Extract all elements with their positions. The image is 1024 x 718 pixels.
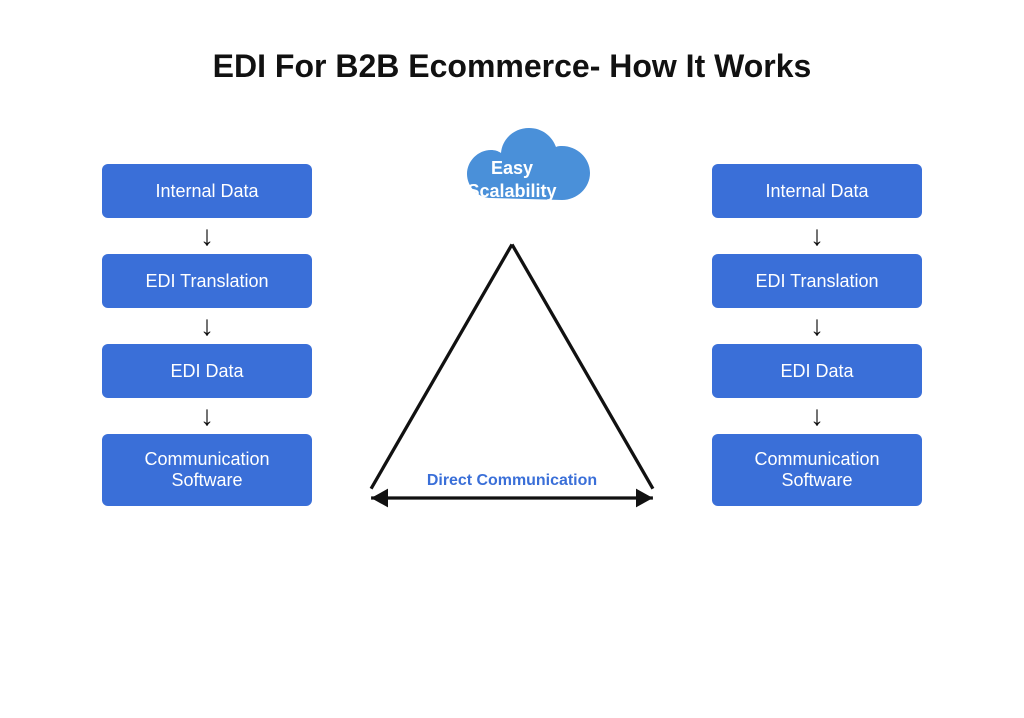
left-arrow-3: ↓: [200, 402, 214, 430]
left-box-internal-data: Internal Data: [102, 164, 312, 218]
right-box-edi-data: EDI Data: [712, 344, 922, 398]
left-box-comm-software: CommunicationSoftware: [102, 434, 312, 506]
center-section: EasyScalability Direct Communication: [322, 125, 702, 545]
right-box-edi-translation: EDI Translation: [712, 254, 922, 308]
cloud-wrapper: EasyScalability: [432, 125, 592, 235]
right-flow-column: Internal Data ↓ EDI Translation ↓ EDI Da…: [702, 164, 932, 506]
cloud-shape: EasyScalability: [432, 125, 592, 235]
right-arrow-2: ↓: [810, 312, 824, 340]
right-arrow-3: ↓: [810, 402, 824, 430]
left-arrow-1: ↓: [200, 222, 214, 250]
diagram-container: Internal Data ↓ EDI Translation ↓ EDI Da…: [0, 125, 1024, 545]
right-box-comm-software: CommunicationSoftware: [712, 434, 922, 506]
page-title: EDI For B2B Ecommerce- How It Works: [213, 48, 812, 85]
cloud-label: EasyScalability: [467, 157, 556, 204]
left-box-edi-translation: EDI Translation: [102, 254, 312, 308]
right-box-internal-data: Internal Data: [712, 164, 922, 218]
left-arrow-2: ↓: [200, 312, 214, 340]
direct-comm-label: Direct Communication: [427, 472, 597, 489]
left-flow-column: Internal Data ↓ EDI Translation ↓ EDI Da…: [92, 164, 322, 506]
left-box-edi-data: EDI Data: [102, 344, 312, 398]
center-diagram-svg: Direct Communication: [322, 235, 702, 545]
right-arrow-1: ↓: [810, 222, 824, 250]
